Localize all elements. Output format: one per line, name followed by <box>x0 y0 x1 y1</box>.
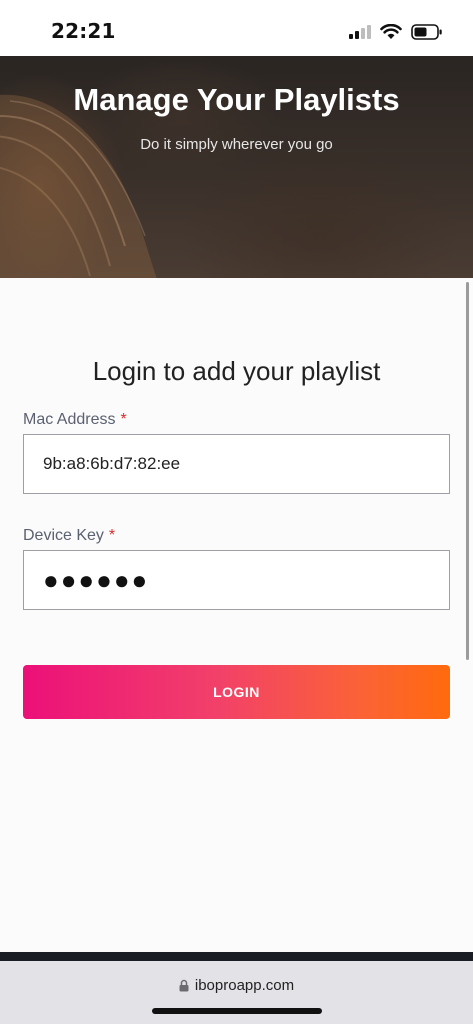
url-text: iboproapp.com <box>194 977 295 994</box>
status-bar: 22:21 <box>0 0 473 56</box>
login-button[interactable]: LOGIN <box>23 665 450 719</box>
required-mark: * <box>108 527 116 544</box>
status-time: 22:21 <box>51 19 116 43</box>
scroll-indicator[interactable] <box>466 282 469 660</box>
address-url[interactable]: iboproapp.com <box>0 977 473 994</box>
mac-address-value: 9b:a8:6b:d7:82:ee <box>43 454 181 473</box>
form-title: Login to add your playlist <box>92 356 381 386</box>
lock-icon <box>179 979 189 992</box>
wifi-icon <box>380 24 402 39</box>
status-icons <box>349 20 443 44</box>
hero-banner: Manage Your Playlists Do it simply where… <box>0 56 473 278</box>
required-mark: * <box>120 411 127 428</box>
mac-address-label-text: Mac Address <box>23 411 116 428</box>
hero-subtitle: Do it simply wherever you go <box>140 136 333 153</box>
browser-address-bar[interactable]: iboproapp.com <box>0 961 473 1024</box>
cellular-signal-icon <box>349 25 371 39</box>
device-key-masked-value: ●●●●●● <box>43 564 150 595</box>
home-indicator[interactable] <box>152 1008 322 1014</box>
hero-title: Manage Your Playlists <box>73 82 400 117</box>
mac-address-label: Mac Address * <box>23 411 127 429</box>
device-key-input[interactable]: ●●●●●● <box>23 550 450 610</box>
battery-icon <box>411 24 442 40</box>
device-key-label-text: Device Key <box>23 527 104 544</box>
page-footer-band <box>0 952 473 961</box>
device-key-label: Device Key * <box>23 527 115 545</box>
login-button-label: LOGIN <box>213 684 260 700</box>
mac-address-input[interactable]: 9b:a8:6b:d7:82:ee <box>23 434 450 494</box>
